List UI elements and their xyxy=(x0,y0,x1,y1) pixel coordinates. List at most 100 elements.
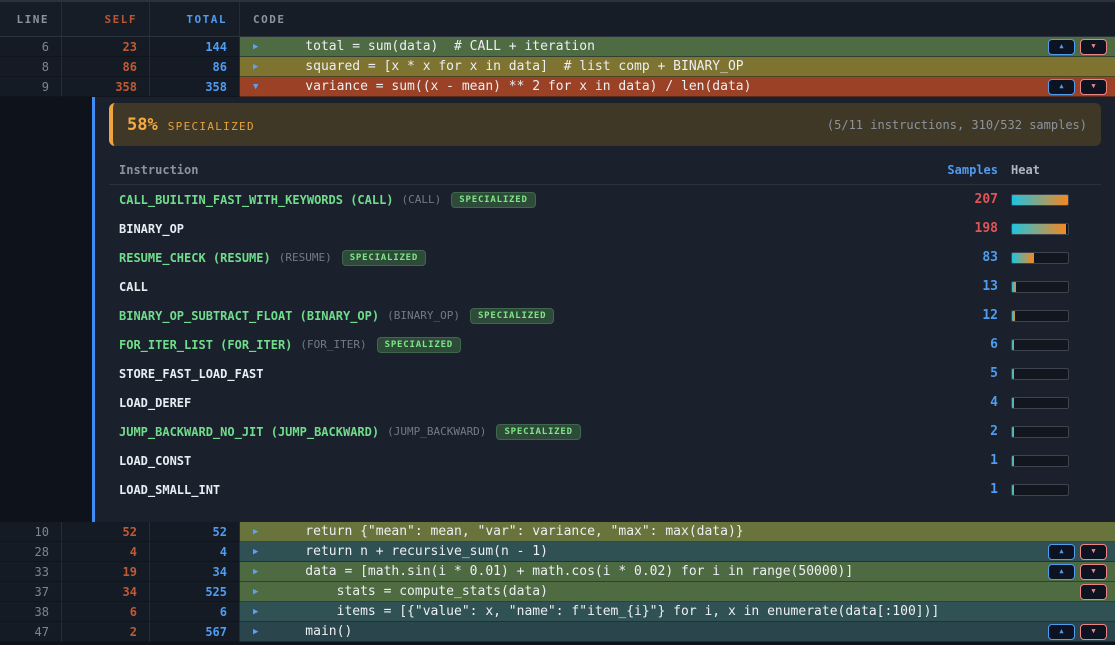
line-number: 47 xyxy=(0,622,62,642)
heat-bar xyxy=(1011,368,1069,380)
instruction-name: BINARY_OP_SUBTRACT_FLOAT (BINARY_OP) xyxy=(119,309,379,323)
samples-count: 1 xyxy=(908,482,998,497)
column-header-instruction: Instruction xyxy=(109,163,908,177)
line-number: 10 xyxy=(0,522,62,542)
specialized-badge: SPECIALIZED xyxy=(496,424,580,440)
expand-icon[interactable]: ▶ xyxy=(253,62,265,72)
instruction-row[interactable]: RESUME_CHECK (RESUME)(RESUME)SPECIALIZED… xyxy=(109,243,1101,272)
profile-row: 623144▶ total = sum(data) # CALL + itera… xyxy=(0,37,1115,57)
jump-down-button[interactable]: ▼ xyxy=(1080,624,1107,640)
heat-bar xyxy=(1011,223,1069,235)
self-samples: 34 xyxy=(62,582,150,602)
jump-up-button[interactable]: ▲ xyxy=(1048,79,1075,95)
jump-down-button[interactable]: ▼ xyxy=(1080,564,1107,580)
code-text: main() xyxy=(274,624,352,639)
heat-bar xyxy=(1011,455,1069,467)
panel-gutter xyxy=(0,97,92,522)
expand-icon[interactable]: ▶ xyxy=(253,527,265,537)
instruction-row[interactable]: BINARY_OP_SUBTRACT_FLOAT (BINARY_OP)(BIN… xyxy=(109,301,1101,330)
jump-down-button[interactable]: ▼ xyxy=(1080,584,1107,600)
code-cell[interactable]: ▶ data = [math.sin(i * 0.01) + math.cos(… xyxy=(240,562,1115,582)
heat-bar-fill xyxy=(1012,340,1014,350)
jump-up-button[interactable]: ▲ xyxy=(1048,564,1075,580)
instruction-name: FOR_ITER_LIST (FOR_ITER) xyxy=(119,338,292,352)
instruction-row[interactable]: LOAD_DEREF4 xyxy=(109,388,1101,417)
instruction-row[interactable]: LOAD_SMALL_INT1 xyxy=(109,475,1101,504)
profiler-app: LINE SELF TOTAL CODE 623144▶ total = sum… xyxy=(0,0,1115,645)
expand-icon[interactable]: ▶ xyxy=(253,42,265,52)
instruction-cell: BINARY_OP_SUBTRACT_FLOAT (BINARY_OP)(BIN… xyxy=(109,308,908,324)
code-cell[interactable]: ▶ squared = [x * x for x in data] # list… xyxy=(240,57,1115,77)
total-samples: 144 xyxy=(150,37,240,57)
heat-bar-fill xyxy=(1012,456,1014,466)
code-cell[interactable]: ▶ items = [{"value": x, "name": f"item_{… xyxy=(240,602,1115,622)
instruction-table-header: Instruction Samples Heat xyxy=(109,155,1101,185)
instruction-row[interactable]: FOR_ITER_LIST (FOR_ITER)(FOR_ITER)SPECIA… xyxy=(109,330,1101,359)
code-cell[interactable]: ▶ main() ▲ ▼ xyxy=(240,622,1115,642)
specialized-badge: SPECIALIZED xyxy=(470,308,554,324)
code-cell[interactable]: ▶ total = sum(data) # CALL + iteration▲▼ xyxy=(240,37,1115,57)
instruction-cell: BINARY_OP xyxy=(109,222,908,236)
specialized-badge: SPECIALIZED xyxy=(342,250,426,266)
heat-bar-fill xyxy=(1012,224,1066,234)
instruction-row[interactable]: CALL_BUILTIN_FAST_WITH_KEYWORDS (CALL) (C… xyxy=(109,185,1101,214)
samples-count: 83 xyxy=(908,250,998,265)
line-number: 38 xyxy=(0,602,62,622)
total-samples: 525 xyxy=(150,582,240,602)
code-cell[interactable]: ▶ stats = compute_stats(data) ▼ xyxy=(240,582,1115,602)
line-nav-buttons: ▲▼ xyxy=(1048,39,1107,55)
heat-bar-fill xyxy=(1012,311,1015,321)
instruction-row[interactable]: BINARY_OP198 xyxy=(109,214,1101,243)
instruction-row[interactable]: CALL13 xyxy=(109,272,1101,301)
code-text: total = sum(data) # CALL + iteration xyxy=(274,39,595,54)
expand-icon[interactable]: ▶ xyxy=(253,587,265,597)
expand-icon[interactable]: ▶ xyxy=(253,547,265,557)
heat-bar-fill xyxy=(1012,282,1016,292)
jump-up-button[interactable]: ▲ xyxy=(1048,544,1075,560)
column-header-samples: Samples xyxy=(908,163,998,177)
jump-down-button[interactable]: ▼ xyxy=(1080,544,1107,560)
code-text: squared = [x * x for x in data] # list c… xyxy=(274,59,744,74)
self-samples: 19 xyxy=(62,562,150,582)
heat-bar-fill xyxy=(1012,369,1014,379)
self-samples: 2 xyxy=(62,622,150,642)
instruction-name: CALL_BUILTIN_FAST_WITH_KEYWORDS (CALL) xyxy=(119,193,394,207)
line-nav-buttons: ▲▼ xyxy=(1048,564,1107,580)
column-header-self: SELF xyxy=(62,2,150,36)
self-samples: 4 xyxy=(62,542,150,562)
collapse-icon[interactable]: ▼ xyxy=(253,82,265,92)
jump-up-button[interactable]: ▲ xyxy=(1048,39,1075,55)
code-cell[interactable]: ▶ return {"mean": mean, "var": variance,… xyxy=(240,522,1115,542)
total-samples: 567 xyxy=(150,622,240,642)
instruction-name: STORE_FAST_LOAD_FAST xyxy=(119,367,264,381)
instruction-base-name: (JUMP_BACKWARD) xyxy=(387,425,486,438)
code-text: stats = compute_stats(data) xyxy=(274,584,548,599)
heat-bar xyxy=(1011,397,1069,409)
heat-bar-fill xyxy=(1012,485,1014,495)
self-samples: 358 xyxy=(62,77,150,97)
code-cell[interactable]: ▶ return n + recursive_sum(n - 1)▲▼ xyxy=(240,542,1115,562)
profile-row: 331934▶ data = [math.sin(i * 0.01) + mat… xyxy=(0,562,1115,582)
jump-down-button[interactable]: ▼ xyxy=(1080,79,1107,95)
instruction-name: LOAD_CONST xyxy=(119,454,191,468)
instruction-base-name: (CALL) xyxy=(402,193,442,206)
instruction-table-body: CALL_BUILTIN_FAST_WITH_KEYWORDS (CALL) (C… xyxy=(109,185,1101,504)
expand-icon[interactable]: ▶ xyxy=(253,627,265,637)
expand-icon[interactable]: ▶ xyxy=(253,607,265,617)
instruction-row[interactable]: LOAD_CONST1 xyxy=(109,446,1101,475)
jump-up-button[interactable]: ▲ xyxy=(1048,624,1075,640)
total-samples: 358 xyxy=(150,77,240,97)
top-code-rows: 623144▶ total = sum(data) # CALL + itera… xyxy=(0,37,1115,97)
instruction-row[interactable]: STORE_FAST_LOAD_FAST5 xyxy=(109,359,1101,388)
line-number: 6 xyxy=(0,37,62,57)
column-header-code: CODE xyxy=(240,2,1115,36)
line-number: 8 xyxy=(0,57,62,77)
jump-down-button[interactable]: ▼ xyxy=(1080,39,1107,55)
expand-icon[interactable]: ▶ xyxy=(253,567,265,577)
instruction-name: BINARY_OP xyxy=(119,222,184,236)
specialized-badge: SPECIALIZED xyxy=(451,192,535,208)
code-cell[interactable]: ▼ variance = sum((x - mean) ** 2 for x i… xyxy=(240,77,1115,97)
instruction-row[interactable]: JUMP_BACKWARD_NO_JIT (JUMP_BACKWARD)(JUM… xyxy=(109,417,1101,446)
column-header-total: TOTAL xyxy=(150,2,240,36)
expanded-detail-panel: 58%SPECIALIZED (5/11 instructions, 310/5… xyxy=(0,97,1115,522)
